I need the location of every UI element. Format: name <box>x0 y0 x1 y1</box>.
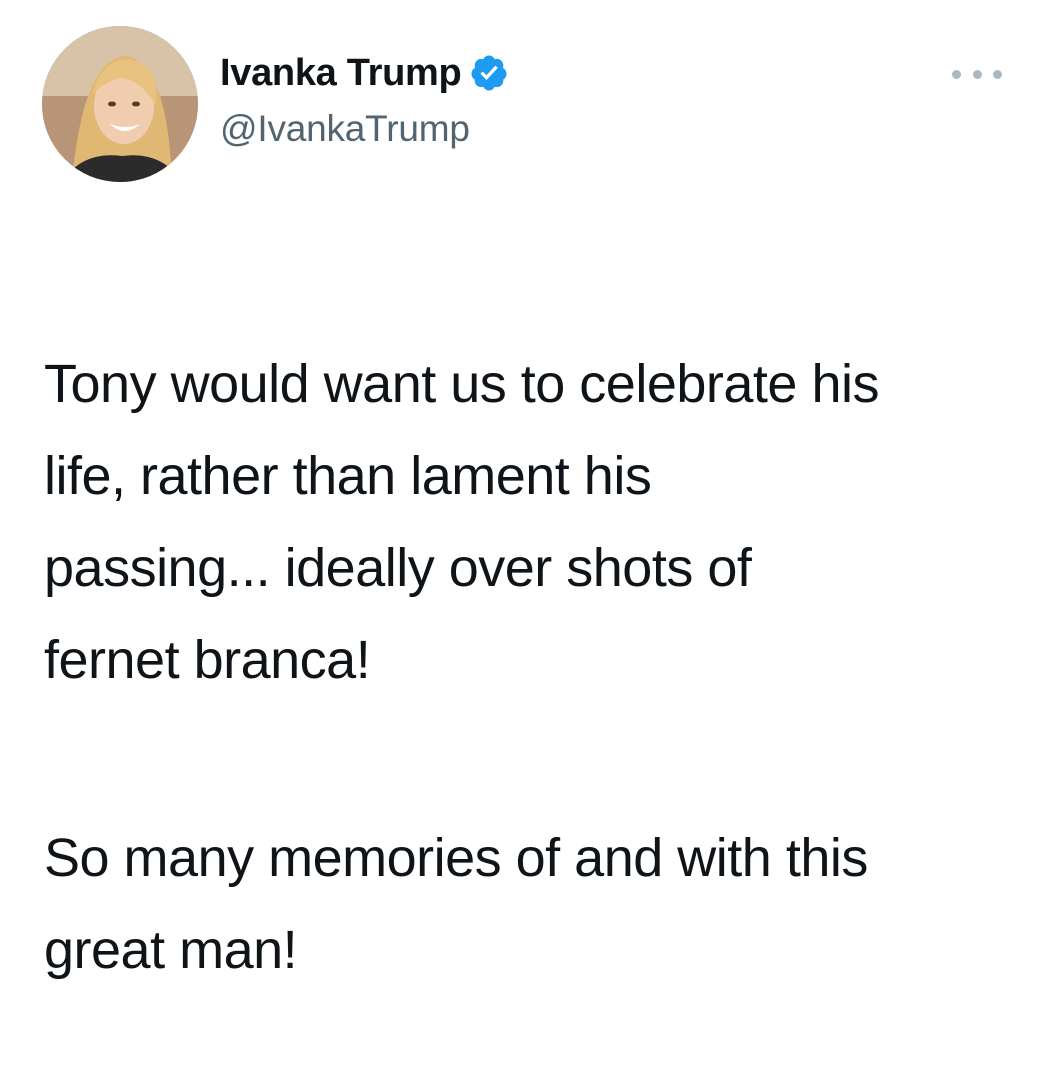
avatar-image <box>42 26 198 182</box>
verified-badge-icon <box>469 53 509 93</box>
tweet-paragraph-1: Tony would want us to celebrate his life… <box>44 354 879 690</box>
tweet-card: Ivanka Trump @IvankaTrump Tony would wan… <box>0 0 1042 980</box>
tweet-paragraph-2: So many memories of and with this great … <box>44 828 868 980</box>
author-avatar[interactable] <box>42 26 198 182</box>
author-block: Ivanka Trump @IvankaTrump <box>220 50 509 152</box>
more-dot <box>952 69 961 79</box>
more-dot <box>972 69 982 79</box>
author-name-row: Ivanka Trump <box>220 50 509 96</box>
more-options-icon[interactable] <box>952 64 1002 84</box>
more-dot <box>993 69 1002 79</box>
author-handle[interactable]: @IvankaTrump <box>220 106 509 152</box>
tweet-text: Tony would want us to celebrate his life… <box>44 246 1014 1088</box>
author-display-name[interactable]: Ivanka Trump <box>220 50 462 96</box>
